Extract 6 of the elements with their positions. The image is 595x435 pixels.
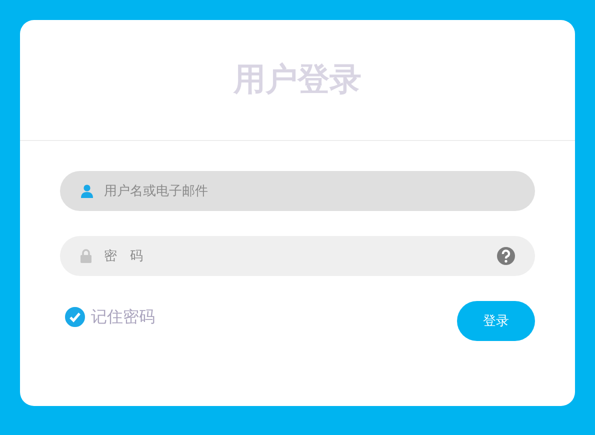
remember-label: 记住密码: [91, 306, 155, 328]
checkbox[interactable]: [65, 307, 85, 327]
input-field[interactable]: 密 码: [60, 236, 535, 276]
login-button[interactable]: 登录: [457, 301, 535, 341]
help-icon[interactable]: [497, 247, 515, 265]
input-field[interactable]: 用户名或电子邮件: [60, 171, 535, 211]
